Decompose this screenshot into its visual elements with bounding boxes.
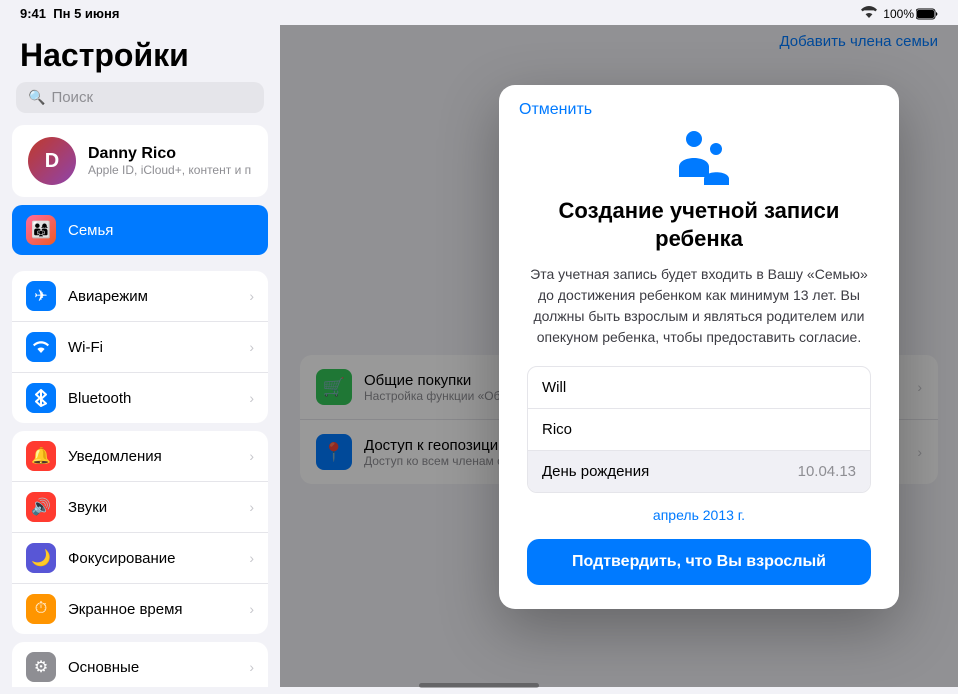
sidebar-item-label: Семья [68,222,113,239]
create-child-account-modal: Отменить Создание учетной запи [499,85,899,609]
sidebar-item-general[interactable]: ⚙ Основные › [12,642,268,687]
modal-description: Эта учетная запись будет входить в Вашу … [527,264,871,348]
sidebar-item-notifications[interactable]: 🔔 Уведомления › [12,431,268,482]
avatar: D [28,137,76,185]
sidebar: Настройки 🔍 Поиск D Danny Rico Apple ID,… [0,25,280,687]
chevron-icon: › [249,659,254,675]
chevron-icon: › [249,499,254,515]
ipad-screen: 9:41 Пн 5 июня 100% Настройки 🔍 Поиск D [0,0,958,694]
sidebar-item-airplane[interactable]: ✈ Авиарежим › [12,271,268,322]
sidebar-item-focus[interactable]: 🌙 Фокусирование › [12,533,268,584]
general-icon: ⚙ [26,652,56,682]
settings-group-general: ⚙ Основные › Пункт управления › [12,642,268,687]
search-bar[interactable]: 🔍 Поиск [16,82,264,113]
month-label: апрель 2013 г. [527,507,871,523]
search-icon: 🔍 [28,89,45,106]
firstname-input[interactable]: Will [528,367,870,409]
birthday-row[interactable]: День рождения 10.04.13 [528,451,870,492]
name-input-group: Will Rico День рождения 10.04.13 [527,366,871,493]
chevron-icon: › [249,390,254,406]
status-indicators: 100% [861,6,938,21]
status-time: 9:41 Пн 5 июня [20,6,119,21]
lastname-input[interactable]: Rico [528,409,870,451]
sidebar-item-family[interactable]: 👨‍👩‍👧 Семья [12,205,268,255]
sidebar-item-bluetooth[interactable]: Bluetooth › [12,373,268,423]
modal-body: Создание учетной записи ребенка Эта учет… [499,119,899,609]
chevron-icon: › [249,550,254,566]
bluetooth-icon [26,383,56,413]
battery-icon: 100% [883,7,938,21]
search-placeholder: Поиск [51,89,93,106]
family-icon: 👨‍👩‍👧 [26,215,56,245]
focus-icon: 🌙 [26,543,56,573]
user-subtitle: Apple ID, iCloud+, контент и п [88,163,251,177]
chevron-icon: › [249,339,254,355]
wifi-settings-icon [26,332,56,362]
modal-title: Создание учетной записи ребенка [527,197,871,252]
settings-group-notifications: 🔔 Уведомления › 🔊 Звуки › 🌙 Фокусировани… [12,431,268,634]
sidebar-item-screentime[interactable]: ⏱ Экранное время › [12,584,268,634]
content-area: Добавить члена семьи 🛒 Общие покупки Нас… [280,25,958,687]
settings-group-network: ✈ Авиарежим › Wi-Fi › Bluetooth › [12,271,268,423]
modal-cancel-button[interactable]: Отменить [499,85,899,119]
user-name: Danny Rico [88,145,251,163]
family-people-icon [527,127,871,187]
sidebar-item-wifi[interactable]: Wi-Fi › [12,322,268,373]
status-bar: 9:41 Пн 5 июня 100% [0,0,958,25]
notifications-icon: 🔔 [26,441,56,471]
sidebar-item-sounds[interactable]: 🔊 Звуки › [12,482,268,533]
screentime-icon: ⏱ [26,594,56,624]
user-profile[interactable]: D Danny Rico Apple ID, iCloud+, контент … [12,125,268,197]
chevron-icon: › [249,601,254,617]
airplane-icon: ✈ [26,281,56,311]
chevron-icon: › [249,448,254,464]
chevron-icon: › [249,288,254,304]
main-layout: Настройки 🔍 Поиск D Danny Rico Apple ID,… [0,25,958,687]
user-info: Danny Rico Apple ID, iCloud+, контент и … [88,145,251,177]
sounds-icon: 🔊 [26,492,56,522]
sidebar-title: Настройки [0,25,280,82]
confirm-adult-button[interactable]: Подтвердить, что Вы взрослый [527,539,871,585]
wifi-icon [861,6,877,21]
